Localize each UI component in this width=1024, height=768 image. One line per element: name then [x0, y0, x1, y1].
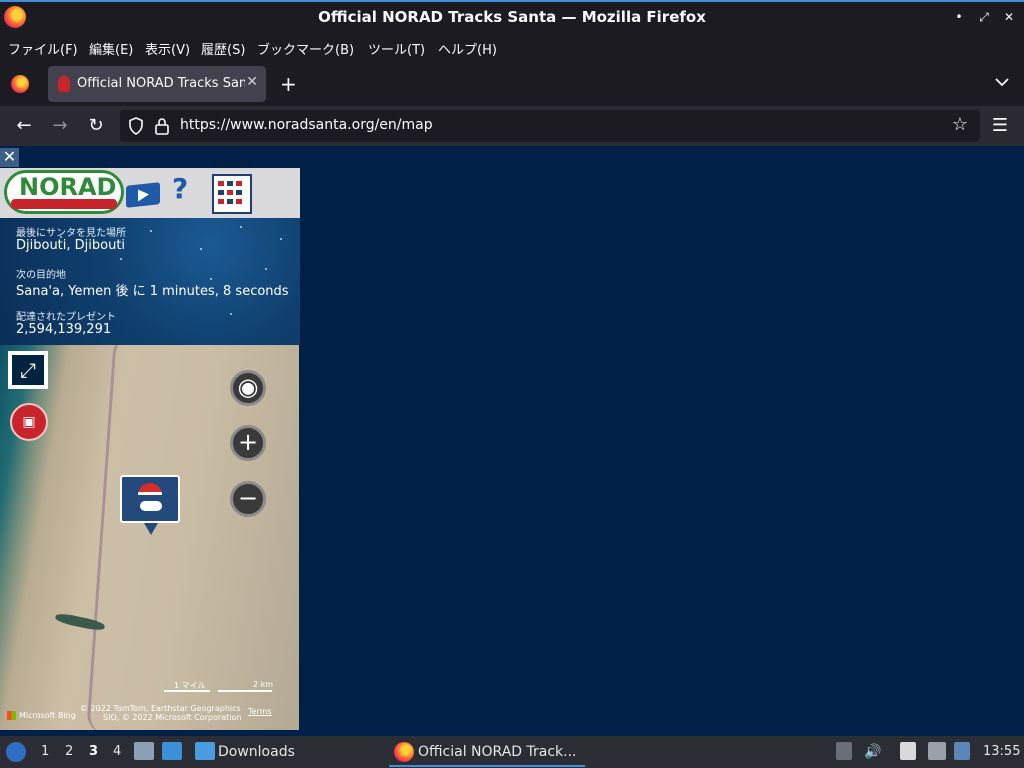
- fullscreen-button[interactable]: ⤢: [8, 351, 48, 389]
- gifts-delivered-label: 配達されたプレゼント: [16, 312, 116, 323]
- menu-view[interactable]: 表示(V): [145, 39, 190, 58]
- reload-icon[interactable]: ↻: [86, 116, 106, 136]
- workspace-1[interactable]: 1: [41, 744, 49, 759]
- tab-bar: Official NORAD Tracks Santa ✕ +: [0, 62, 1024, 106]
- bing-label: Microsoft Bing: [19, 711, 76, 720]
- menu-edit[interactable]: 編集(E): [89, 39, 133, 58]
- network-icon[interactable]: [928, 742, 946, 760]
- map-road: [86, 345, 154, 730]
- next-destination-value: Sana'a, Yemen 後 に 1 minutes, 8 seconds: [16, 284, 289, 299]
- url-text[interactable]: https://www.noradsanta.org/en/map: [180, 117, 433, 133]
- chevron-down-icon[interactable]: [994, 74, 1010, 90]
- bookmark-star-icon[interactable]: ☆: [950, 115, 970, 135]
- zoom-in-button[interactable]: +: [230, 425, 266, 461]
- last-seen-value: Djibouti, Djibouti: [16, 238, 126, 253]
- firefox-view-icon[interactable]: [11, 75, 29, 93]
- workspace-4[interactable]: 4: [113, 744, 121, 759]
- lock-icon[interactable]: [154, 117, 170, 135]
- norad-header: NORAD ?: [0, 168, 300, 218]
- firefox-task-icon: [394, 742, 414, 762]
- menu-bookmarks[interactable]: ブックマーク(B): [257, 39, 354, 58]
- menu-tools[interactable]: ツール(T): [368, 39, 425, 58]
- tab-close-icon[interactable]: ✕: [246, 74, 258, 90]
- close-window-icon[interactable]: ✕: [1000, 8, 1018, 26]
- title-bar: Official NORAD Tracks Santa — Mozilla Fi…: [0, 0, 1024, 34]
- calendar-icon[interactable]: [212, 174, 252, 214]
- show-desktop-icon[interactable]: [162, 742, 182, 760]
- menu-file[interactable]: ファイル(F): [8, 39, 78, 58]
- page-content: ✕ NORAD ? 最後にサンタを見た場所 Djibouti, Djibouti…: [0, 146, 1024, 736]
- start-menu-icon[interactable]: [6, 742, 26, 762]
- santa-location-marker[interactable]: [120, 475, 180, 535]
- maximize-icon[interactable]: ⤢: [975, 8, 993, 26]
- menu-hamburger-icon[interactable]: ☰: [990, 116, 1010, 136]
- santa-hat-icon: [138, 483, 162, 495]
- url-bar[interactable]: https://www.noradsanta.org/en/map ☆: [120, 110, 980, 142]
- tab-norad[interactable]: Official NORAD Tracks Santa ✕: [48, 66, 266, 102]
- minimize-icon[interactable]: •: [950, 8, 968, 26]
- santa-mustache-icon: [140, 501, 162, 511]
- scale-bar-km: [218, 690, 272, 692]
- expand-icon: ⤢: [12, 355, 44, 385]
- video-play-icon[interactable]: [126, 182, 160, 208]
- scale-km: 2 km: [253, 680, 274, 689]
- firefox-task[interactable]: Official NORAD Track...: [418, 744, 577, 760]
- microsoft-logo-icon: [7, 711, 16, 720]
- shield-icon[interactable]: [128, 117, 144, 135]
- tab-label: Official NORAD Tracks Santa: [77, 76, 245, 91]
- tray-upload-icon[interactable]: [836, 742, 852, 760]
- logo-text: NORAD: [19, 173, 117, 201]
- back-icon[interactable]: ←: [14, 116, 34, 136]
- attribution-line-1: © 2022 TomTom, Earthstar Geographics: [80, 704, 241, 713]
- clock: 13:55: [983, 744, 1021, 759]
- santa-cam-icon[interactable]: ▣: [10, 403, 48, 441]
- workspace-3[interactable]: 3: [89, 744, 98, 759]
- santa-status-panel: 最後にサンタを見た場所 Djibouti, Djibouti 次の目的地 San…: [0, 218, 300, 345]
- menu-bar: ファイル(F) 編集(E) 表示(V) 履歴(S) ブックマーク(B) ツール(…: [0, 34, 1024, 62]
- gifts-delivered-value: 2,594,139,291: [16, 322, 112, 337]
- logo-ribbon: [11, 199, 117, 209]
- navigation-bar: ← → ↻ https://www.noradsanta.org/en/map …: [0, 106, 1024, 146]
- last-seen-label: 最後にサンタを見た場所: [16, 228, 126, 239]
- new-tab-button[interactable]: +: [280, 72, 297, 96]
- zoom-out-button[interactable]: −: [230, 481, 266, 517]
- volume-icon[interactable]: 🔊: [864, 744, 881, 760]
- system-taskbar: 1 2 3 4 Downloads Official NORAD Track..…: [0, 736, 1024, 768]
- terms-link[interactable]: Terms: [248, 707, 272, 716]
- file-manager-icon[interactable]: [134, 742, 154, 760]
- menu-help[interactable]: ヘルプ(H): [438, 39, 497, 58]
- norad-tracks-santa-logo[interactable]: NORAD: [4, 170, 124, 214]
- close-panel-icon[interactable]: ✕: [0, 148, 19, 167]
- window-title: Official NORAD Tracks Santa — Mozilla Fi…: [318, 8, 706, 26]
- locate-santa-button[interactable]: ◉: [230, 370, 266, 406]
- attribution-line-2: SIO, © 2022 Microsoft Corporation: [103, 713, 242, 722]
- active-task-indicator: [389, 765, 585, 767]
- next-destination-label: 次の目的地: [16, 270, 66, 281]
- downloads-task[interactable]: Downloads: [218, 744, 295, 760]
- forward-icon[interactable]: →: [50, 116, 70, 136]
- help-icon[interactable]: ?: [172, 172, 188, 205]
- workspace-2[interactable]: 2: [65, 744, 73, 759]
- clipboard-icon[interactable]: [900, 742, 916, 760]
- menu-history[interactable]: 履歴(S): [201, 39, 245, 58]
- scale-bar-miles: [164, 690, 210, 692]
- folder-icon: [195, 742, 215, 760]
- santa-favicon-icon: [58, 76, 70, 92]
- updates-icon[interactable]: [954, 742, 970, 760]
- santa-map[interactable]: ⤢ ▣ ◉ + − 1 マイル 2 km Microsoft Bing © 20…: [0, 345, 299, 730]
